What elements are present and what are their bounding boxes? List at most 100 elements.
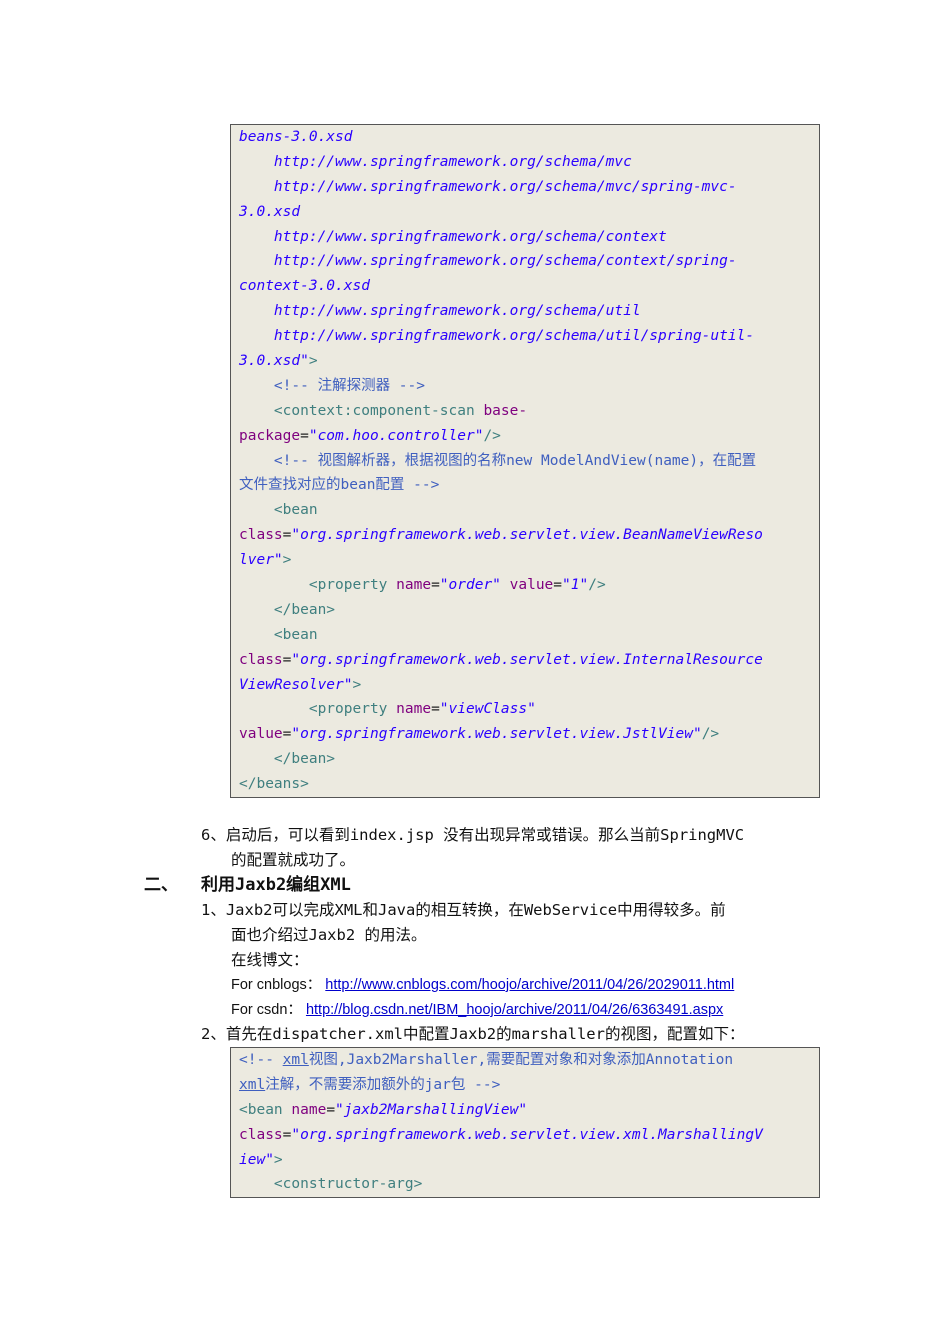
code-line: class="org.springframework.web.servlet.v… (239, 1123, 819, 1148)
code-token: <property (239, 701, 397, 718)
code-token: base- (483, 402, 528, 419)
code-token: </beans> (239, 776, 309, 793)
code-line: <context:component-scan base- (239, 399, 819, 424)
code-token: 视图,Jaxb2Marshaller,需要配置对象和对象添加Annotation (308, 1052, 734, 1068)
code-line: 3.0.xsd (239, 200, 819, 225)
code-token: "org.springframework.web.servlet.view.Be… (291, 527, 763, 544)
code-line: <property name="order" value="1"/> (239, 573, 819, 598)
code-line: lver"> (239, 548, 819, 573)
code-token: "org.springframework.web.servlet.view.xm… (291, 1126, 763, 1143)
code-line: http://www.springframework.org/schema/mv… (239, 150, 819, 175)
code-line: <!-- xml视图,Jaxb2Marshaller,需要配置对象和对象添加An… (239, 1048, 819, 1073)
code-token: "com.hoo.controller" (308, 427, 484, 444)
online-posts-label: 在线博文： (231, 951, 309, 969)
code-token: = (431, 577, 440, 594)
code-token: class (239, 527, 283, 544)
code-line: http://www.springframework.org/schema/ut… (239, 299, 819, 324)
code-token: </bean> (239, 751, 336, 768)
cnblogs-line: For cnblogs： http://www.cnblogs.com/hooj… (231, 973, 734, 998)
code-block-spring-config: beans-3.0.xsd http://www.springframework… (230, 124, 820, 798)
code-token: "order" (439, 577, 510, 594)
csdn-link[interactable]: http://blog.csdn.net/IBM_hoojo/archive/2… (306, 1002, 723, 1018)
code-line: 3.0.xsd"> (239, 349, 819, 374)
code-token: 3.0.xsd" (239, 353, 309, 370)
code-block-jaxb2-view: <!-- xml视图,Jaxb2Marshaller,需要配置对象和对象添加An… (230, 1047, 820, 1198)
code-token: 3.0.xsd (239, 203, 301, 220)
code-token: http://www.springframework.org/schema/co… (239, 228, 667, 245)
step-2-line-1: 2、首先在dispatcher.xml中配置Jaxb2的marshaller的视… (201, 1025, 745, 1043)
code-token: lver" (239, 552, 283, 569)
code-line: class="org.springframework.web.servlet.v… (239, 523, 819, 548)
code-line: value="org.springframework.web.servlet.v… (239, 722, 819, 747)
code-token: /> (701, 726, 720, 743)
csdn-label: For csdn： (231, 1002, 302, 1018)
code-token: > (308, 353, 318, 370)
code-line: </bean> (239, 747, 819, 772)
code-token: <bean (239, 626, 318, 643)
code-token: beans-3.0.xsd (239, 129, 353, 145)
code-line: http://www.springframework.org/schema/mv… (239, 175, 819, 200)
step-1-line-1: 1、Jaxb2可以完成XML和Java的相互转换，在WebService中用得较… (201, 901, 726, 919)
code-token: <!-- (239, 1052, 283, 1068)
section-title: 利用Jaxb2编组XML (201, 875, 351, 895)
code-token: value (239, 726, 283, 743)
code-token: <!-- 视图解析器，根据视图的名称new ModelAndView(name)… (239, 452, 757, 469)
code-token: http://www.springframework.org/schema/ut… (239, 303, 641, 320)
code-token: 注解，不需要添加额外的jar包 --> (265, 1076, 501, 1093)
step-6-line-1: 6、启动后，可以看到index.jsp 没有出现异常或错误。那么当前Spring… (201, 826, 745, 844)
code-token: iew" (239, 1151, 274, 1168)
code-token: /> (483, 427, 501, 444)
code-line: <!-- 注解探测器 --> (239, 374, 819, 399)
code-token: "viewClass" (439, 701, 536, 718)
code-token: name (396, 577, 432, 594)
code-token: = (300, 427, 309, 444)
code-token: name (396, 701, 432, 718)
code-token: <!-- 注解探测器 --> (239, 377, 425, 394)
code-line: beans-3.0.xsd (239, 125, 819, 150)
code-token: "1" (562, 577, 589, 594)
code-token: name (291, 1101, 327, 1118)
code-token: <context:component-scan (239, 402, 484, 419)
code-token: http://www.springframework.org/schema/co… (239, 253, 737, 270)
code-token: 文件查找对应的bean配置 --> (239, 477, 440, 494)
code-line: <bean name="jaxb2MarshallingView" (239, 1098, 819, 1123)
code-token: "org.springframework.web.servlet.view.Js… (291, 726, 702, 743)
cnblogs-link[interactable]: http://www.cnblogs.com/hoojo/archive/201… (325, 977, 734, 993)
code-line: class="org.springframework.web.servlet.v… (239, 648, 819, 673)
code-line: </beans> (239, 772, 819, 797)
code-token: </bean> (239, 601, 336, 618)
code-line: <property name="viewClass" (239, 697, 819, 722)
code-token: = (431, 701, 440, 718)
code-token: > (352, 676, 362, 693)
code-token: "org.springframework.web.servlet.view.In… (291, 651, 763, 668)
code-token: "jaxb2MarshallingView" (335, 1101, 528, 1118)
code-token: class (239, 651, 283, 668)
code-token: <constructor-arg> (239, 1176, 423, 1193)
code-token: <bean (239, 1101, 292, 1118)
code-line: xml注解，不需要添加额外的jar包 --> (239, 1073, 819, 1098)
code-token: ViewResolver" (239, 676, 353, 693)
code-token: > (273, 1151, 283, 1168)
code-line: http://www.springframework.org/schema/ut… (239, 324, 819, 349)
code-line: package="com.hoo.controller"/> (239, 424, 819, 449)
code-line: <!-- 视图解析器，根据视图的名称new ModelAndView(name)… (239, 449, 819, 474)
code-token: http://www.springframework.org/schema/mv… (239, 178, 737, 195)
code-line: </bean> (239, 598, 819, 623)
code-token: xml (282, 1052, 309, 1068)
code-token: context-3.0.xsd (239, 278, 370, 295)
code-line: http://www.springframework.org/schema/co… (239, 225, 819, 250)
code-token: = (326, 1101, 336, 1118)
code-token: value (509, 577, 554, 594)
code-line: 文件查找对应的bean配置 --> (239, 473, 819, 498)
step-1-line-2: 面也介绍过Jaxb2 的用法。 (231, 926, 427, 944)
code-line: <bean (239, 498, 819, 523)
code-token: package (239, 427, 301, 444)
code-token: /> (588, 577, 606, 594)
code-line: iew"> (239, 1148, 819, 1173)
code-line: context-3.0.xsd (239, 274, 819, 299)
code-token: xml (239, 1076, 266, 1093)
section-number: 二、 (144, 875, 178, 895)
cnblogs-label: For cnblogs： (231, 977, 322, 993)
code-line: <constructor-arg> (239, 1172, 819, 1197)
code-token: http://www.springframework.org/schema/mv… (239, 153, 632, 170)
